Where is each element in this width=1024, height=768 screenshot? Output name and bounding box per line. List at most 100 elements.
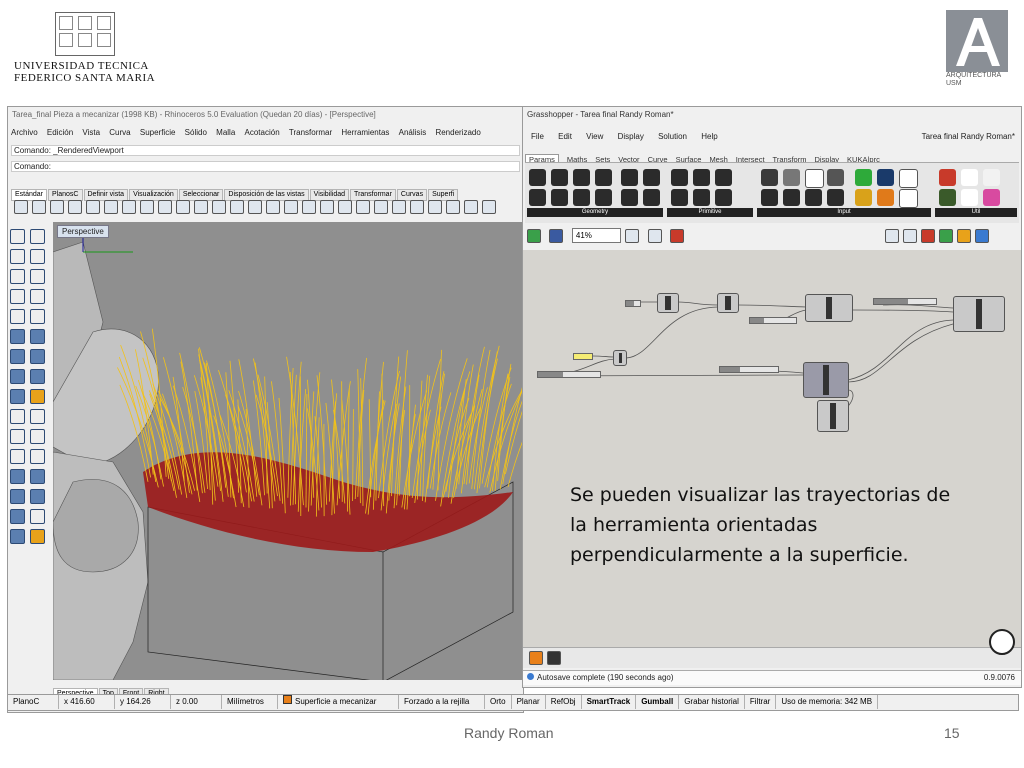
circle-icon[interactable] — [10, 269, 25, 284]
gh-component-node[interactable] — [657, 293, 679, 313]
zoom-window-icon[interactable] — [230, 199, 244, 214]
gh-open-icon[interactable] — [527, 228, 541, 243]
gh-number-slider[interactable] — [873, 298, 937, 305]
menu-malla[interactable]: Malla — [216, 128, 235, 137]
array-icon[interactable] — [30, 469, 45, 484]
input-swatch-icon[interactable] — [899, 169, 918, 188]
gh-preview-material-icon[interactable] — [957, 228, 971, 243]
menu-superficie[interactable]: Superficie — [140, 128, 176, 137]
group-input-label[interactable]: Input — [757, 208, 931, 217]
util-flask-icon[interactable] — [983, 189, 1000, 206]
material-icon[interactable] — [464, 199, 478, 214]
status-filter[interactable]: Filtrar — [745, 695, 777, 709]
primitive-domain-icon[interactable] — [715, 189, 732, 206]
group-geometry-label[interactable]: Geometry — [527, 208, 663, 217]
gh-menu-view[interactable]: View — [586, 132, 603, 141]
param-geometry-icon[interactable] — [529, 169, 546, 186]
input-graph-icon[interactable] — [805, 189, 822, 206]
status-smarttrack[interactable]: SmartTrack — [582, 695, 637, 709]
gh-component-node[interactable] — [817, 400, 849, 432]
lock-icon[interactable] — [410, 199, 424, 214]
four-view-icon[interactable] — [302, 199, 316, 214]
primitive-colour-icon[interactable] — [715, 169, 732, 186]
new-file-icon[interactable] — [14, 199, 28, 214]
boolean-icon[interactable] — [30, 389, 45, 404]
param-field-icon[interactable] — [643, 189, 660, 206]
menu-transformar[interactable]: Transformar — [289, 128, 332, 137]
input-slider-icon[interactable] — [783, 169, 800, 186]
util-tree-icon[interactable] — [939, 189, 956, 206]
arc-icon[interactable] — [30, 269, 45, 284]
hide-icon[interactable] — [374, 199, 388, 214]
gh-menu-solution[interactable]: Solution — [658, 132, 687, 141]
select-arrow-icon[interactable] — [10, 229, 25, 244]
split-icon[interactable] — [30, 429, 45, 444]
input-panel-icon[interactable] — [761, 169, 778, 186]
primitive-time-icon[interactable] — [671, 189, 688, 206]
sphere-solid-icon[interactable] — [30, 349, 45, 364]
gh-shaded-icon[interactable] — [903, 228, 917, 243]
gh-menu-help[interactable]: Help — [701, 132, 717, 141]
text-icon[interactable] — [30, 409, 45, 424]
gh-menu-edit[interactable]: Edit — [558, 132, 572, 141]
input-button-icon[interactable] — [761, 189, 778, 206]
group-icon[interactable] — [10, 469, 25, 484]
print-icon[interactable] — [68, 199, 82, 214]
cut-icon[interactable] — [104, 199, 118, 214]
move-icon[interactable] — [10, 489, 25, 504]
cylinder-solid-icon[interactable] — [10, 369, 25, 384]
curve-icon[interactable] — [30, 249, 45, 264]
gh-component-node[interactable] — [613, 350, 627, 366]
util-jump-icon[interactable] — [983, 169, 1000, 186]
gh-number-slider[interactable] — [719, 366, 779, 373]
gh-menu-file[interactable]: File — [531, 132, 544, 141]
gh-menu-display[interactable]: Display — [618, 132, 644, 141]
command-prompt-input[interactable]: Comando: — [11, 161, 520, 172]
param-circle-icon[interactable] — [595, 169, 612, 186]
gh-panel-small[interactable] — [625, 300, 641, 307]
zoom-selected-icon[interactable] — [266, 199, 280, 214]
param-surface-icon[interactable] — [595, 189, 612, 206]
menu-vista[interactable]: Vista — [82, 128, 100, 137]
trim-icon[interactable] — [10, 429, 25, 444]
param-brep-icon[interactable] — [643, 169, 660, 186]
menu-archivo[interactable]: Archivo — [11, 128, 38, 137]
gh-rhino-icon[interactable] — [547, 651, 561, 665]
input-knob-icon[interactable] — [783, 189, 800, 206]
explode-icon[interactable] — [30, 449, 45, 464]
gh-canvas[interactable] — [523, 250, 1021, 668]
fillet-curve-icon[interactable] — [30, 309, 45, 324]
menu-curva[interactable]: Curva — [109, 128, 130, 137]
gh-yellow-panel[interactable] — [573, 353, 593, 360]
import-icon[interactable] — [86, 199, 100, 214]
viewport-properties-icon[interactable] — [284, 199, 298, 214]
gh-sketch-pen-icon[interactable] — [670, 228, 685, 243]
ellipse-icon[interactable] — [10, 309, 25, 324]
input-list-icon[interactable] — [827, 169, 844, 186]
point-tool-icon[interactable] — [30, 229, 45, 244]
gh-save-icon[interactable] — [549, 228, 564, 243]
gh-component-node[interactable] — [953, 296, 1005, 332]
status-osnap[interactable]: RefObj — [546, 695, 582, 709]
input-calendar-icon[interactable] — [877, 169, 894, 186]
polyline-icon[interactable] — [10, 249, 25, 264]
param-curve-icon[interactable] — [529, 189, 546, 206]
point-icon[interactable] — [338, 199, 352, 214]
viewport-label[interactable]: Perspective — [57, 225, 109, 238]
box-solid-icon[interactable] — [10, 349, 25, 364]
undo-icon[interactable] — [158, 199, 172, 214]
util-cherry-icon[interactable] — [939, 169, 956, 186]
gh-document-name[interactable]: Tarea final Randy Roman* — [922, 132, 1015, 141]
param-point-icon[interactable] — [551, 169, 568, 186]
status-gumball[interactable]: Gumball — [636, 695, 680, 709]
gh-globe-icon[interactable] — [975, 228, 989, 243]
gh-preview-eye-icon[interactable] — [647, 228, 662, 243]
menu-acotacion[interactable]: Acotación — [245, 128, 280, 137]
group-primitive-label[interactable]: Primitive — [667, 208, 753, 217]
join-icon[interactable] — [10, 449, 25, 464]
zoom-extents-icon[interactable] — [248, 199, 262, 214]
rectangle-icon[interactable] — [30, 289, 45, 304]
input-matrix-icon[interactable] — [855, 169, 872, 186]
primitive-integer-icon[interactable] — [671, 169, 688, 186]
extrude-icon[interactable] — [30, 369, 45, 384]
